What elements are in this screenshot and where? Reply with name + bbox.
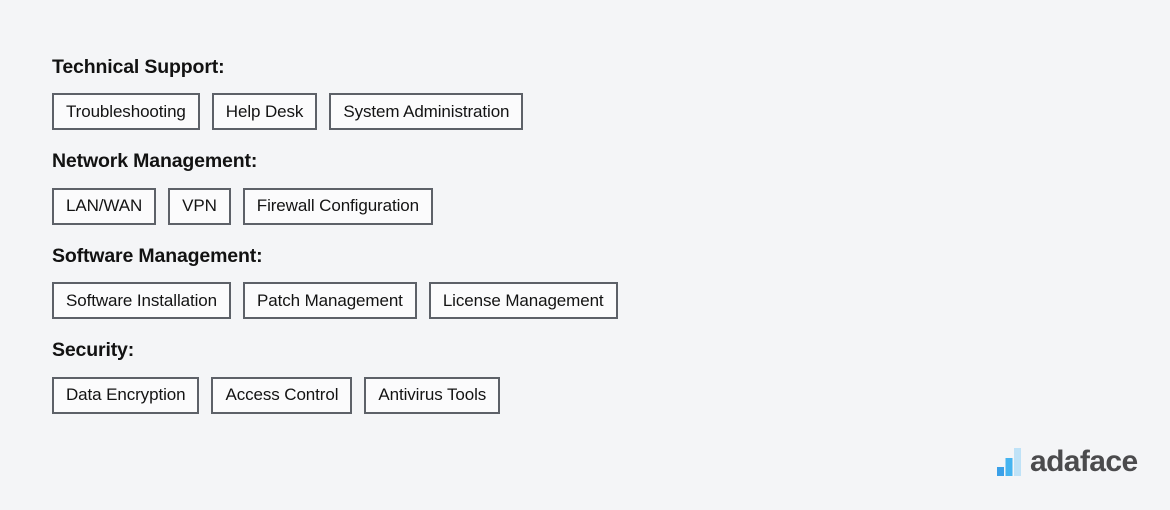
category-group: Network Management: LAN/WAN VPN Firewall… [52, 150, 1170, 225]
page-canvas: Technical Support: Troubleshooting Help … [0, 0, 1170, 510]
group-heading: Network Management: [52, 150, 258, 173]
chip-help-desk[interactable]: Help Desk [211, 93, 318, 131]
adaface-wordmark: adaface [1030, 445, 1138, 479]
category-group: Software Management: Software Installati… [52, 244, 1170, 320]
group-heading: Security: [52, 339, 135, 362]
chip-antivirus-tools[interactable]: Antivirus Tools [364, 376, 501, 414]
chip-row: LAN/WAN VPN Firewall Configuration [52, 187, 1170, 225]
chip-software-installation[interactable]: Software Installation [52, 282, 231, 320]
chip-system-administration[interactable]: System Administration [329, 93, 524, 131]
chip-access-control[interactable]: Access Control [211, 376, 353, 414]
category-group: Security: Data Encryption Access Control… [52, 339, 1170, 414]
group-heading: Software Management: [52, 244, 263, 267]
chip-row: Data Encryption Access Control Antivirus… [52, 376, 1170, 414]
chip-data-encryption[interactable]: Data Encryption [52, 376, 200, 414]
chip-troubleshooting[interactable]: Troubleshooting [52, 93, 200, 131]
chip-firewall-configuration[interactable]: Firewall Configuration [242, 187, 433, 225]
group-heading: Technical Support: [52, 56, 225, 78]
chip-patch-management[interactable]: Patch Management [242, 282, 417, 320]
chip-license-management[interactable]: License Management [428, 282, 618, 320]
category-groups: Technical Support: Troubleshooting Help … [52, 56, 1170, 414]
chip-row: Troubleshooting Help Desk System Adminis… [52, 93, 1170, 131]
chip-lan-wan[interactable]: LAN/WAN [52, 187, 157, 225]
chip-vpn[interactable]: VPN [168, 187, 231, 225]
adaface-logo: adaface [997, 445, 1138, 479]
bar-chart-icon [997, 448, 1021, 476]
chip-row: Software Installation Patch Management L… [52, 282, 1170, 320]
category-group: Technical Support: Troubleshooting Help … [52, 56, 1170, 131]
